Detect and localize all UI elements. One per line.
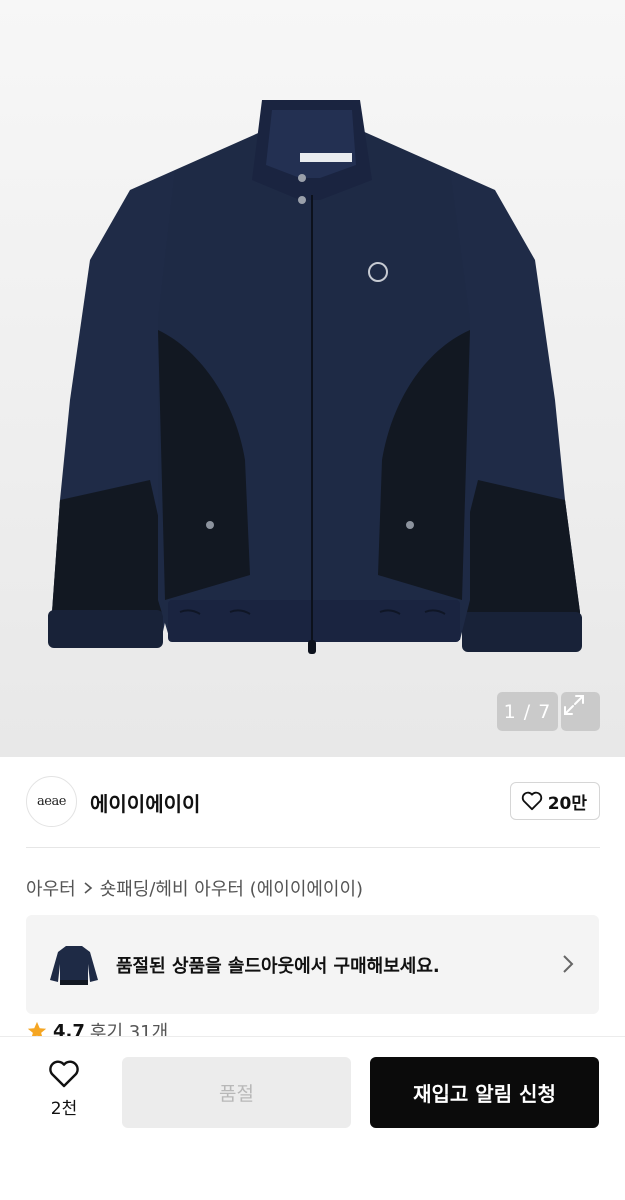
brand-row: aeae 에이이에이이 20만 (26, 776, 600, 828)
restock-alert-button[interactable]: 재입고 알림 신청 (370, 1057, 599, 1128)
heart-icon (521, 791, 542, 811)
soldout-banner-text: 품절된 상품을 솔드아웃에서 구매해보세요. (116, 956, 440, 977)
product-thumbnail (50, 946, 98, 985)
expand-icon (564, 695, 584, 715)
breadcrumb: 아우터 숏패딩/헤비 아우터 (에이이에이이) (26, 875, 363, 901)
breadcrumb-subcategory[interactable]: 숏패딩/헤비 아우터 (에이이에이이) (100, 875, 363, 901)
chevron-right-icon (563, 955, 574, 973)
soldout-banner[interactable]: 품절된 상품을 솔드아웃에서 구매해보세요. (26, 915, 599, 1014)
divider (26, 847, 600, 848)
brand-logo[interactable]: aeae (26, 776, 77, 827)
breadcrumb-category[interactable]: 아우터 (26, 875, 76, 901)
wish-count: 2천 (50, 1099, 78, 1119)
heart-icon (49, 1060, 79, 1088)
expand-button[interactable] (561, 692, 600, 731)
wish-button[interactable]: 2천 (40, 1059, 88, 1119)
brand-like-count: 20만 (547, 793, 587, 814)
product-image-gallery[interactable]: 1 / 7 (0, 0, 625, 757)
brand-name[interactable]: 에이이에이이 (90, 788, 200, 817)
image-pager: 1 / 7 (497, 692, 558, 731)
chevron-right-icon (84, 882, 92, 894)
jacket-image (48, 100, 582, 654)
brand-like-button[interactable]: 20만 (509, 782, 600, 820)
soldout-button: 품절 (122, 1057, 351, 1128)
bottom-action-bar: 2천 품절 재입고 알림 신청 (0, 1036, 625, 1200)
